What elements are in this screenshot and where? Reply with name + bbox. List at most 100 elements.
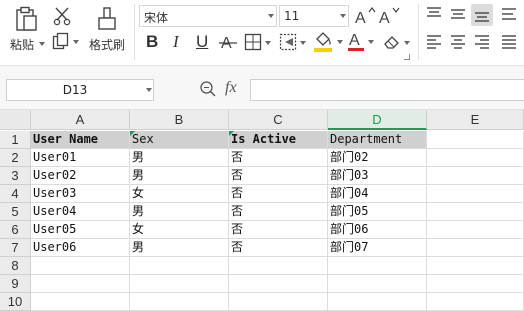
cell-E3[interactable] bbox=[427, 167, 524, 185]
cell-A9[interactable] bbox=[31, 275, 130, 293]
align-middle-icon[interactable] bbox=[450, 6, 466, 22]
row-header-1[interactable]: 1 bbox=[0, 131, 31, 149]
cell-E6[interactable] bbox=[427, 221, 524, 239]
align-left-icon[interactable] bbox=[426, 34, 442, 50]
cell-A5[interactable]: User04 bbox=[31, 203, 130, 221]
copy-button[interactable] bbox=[52, 32, 82, 52]
cell-B8[interactable] bbox=[130, 257, 229, 275]
font-dialog-launcher[interactable] bbox=[404, 54, 410, 60]
cell-B3[interactable]: 男 bbox=[130, 167, 229, 185]
name-box[interactable]: D13 bbox=[6, 79, 154, 101]
zoom-formula-icon[interactable] bbox=[199, 80, 217, 98]
underline-button[interactable]: U bbox=[196, 32, 208, 52]
cell-D4[interactable]: 部门04 bbox=[328, 185, 427, 203]
align-right-icon[interactable] bbox=[474, 34, 490, 50]
align-top-icon[interactable] bbox=[426, 6, 442, 22]
justify-icon[interactable] bbox=[501, 34, 517, 50]
cell-B2[interactable]: 男 bbox=[130, 149, 229, 167]
cell-D2[interactable]: 部门02 bbox=[328, 149, 427, 167]
row-header-2[interactable]: 2 bbox=[0, 149, 31, 167]
row-header-7[interactable]: 7 bbox=[0, 239, 31, 257]
cell-B7[interactable]: 男 bbox=[130, 239, 229, 257]
cell-A7[interactable]: User06 bbox=[31, 239, 130, 257]
cell-E5[interactable] bbox=[427, 203, 524, 221]
clear-format-button[interactable] bbox=[382, 32, 412, 52]
cell-D1[interactable]: Department bbox=[328, 131, 427, 149]
cell-D9[interactable] bbox=[328, 275, 427, 293]
wrap-text-icon[interactable] bbox=[501, 6, 517, 22]
cell-A3[interactable]: User02 bbox=[31, 167, 130, 185]
select-all-corner[interactable] bbox=[0, 110, 31, 130]
cell-C8[interactable] bbox=[229, 257, 328, 275]
align-bottom-icon[interactable] bbox=[474, 7, 490, 23]
italic-button[interactable]: I bbox=[173, 32, 179, 52]
column-header-b[interactable]: B bbox=[130, 110, 229, 130]
cell-E7[interactable] bbox=[427, 239, 524, 257]
column-header-a[interactable]: A bbox=[31, 110, 130, 130]
cell-style-button[interactable] bbox=[279, 32, 307, 52]
cell-E9[interactable] bbox=[427, 275, 524, 293]
cell-C1[interactable]: Is Active bbox=[229, 131, 328, 149]
cut-icon[interactable] bbox=[52, 6, 72, 26]
font-color-button[interactable]: A bbox=[347, 30, 377, 54]
fill-color-button[interactable] bbox=[313, 30, 345, 54]
cell-D8[interactable] bbox=[328, 257, 427, 275]
chevron-down-icon bbox=[368, 40, 374, 44]
cell-C7[interactable]: 否 bbox=[229, 239, 328, 257]
cell-B10[interactable] bbox=[130, 293, 229, 311]
cell-A1[interactable]: User Name bbox=[31, 131, 130, 149]
row-header-9[interactable]: 9 bbox=[0, 275, 31, 293]
cell-B5[interactable]: 男 bbox=[130, 203, 229, 221]
ribbon-divider bbox=[418, 4, 419, 60]
cell-style-icon bbox=[279, 33, 297, 51]
cell-E8[interactable] bbox=[427, 257, 524, 275]
cell-D3[interactable]: 部门03 bbox=[328, 167, 427, 185]
format-painter-button[interactable]: 格式刷 bbox=[86, 2, 128, 60]
cell-B6[interactable]: 女 bbox=[130, 221, 229, 239]
cell-D6[interactable]: 部门06 bbox=[328, 221, 427, 239]
cell-A6[interactable]: User05 bbox=[31, 221, 130, 239]
column-header-d[interactable]: D bbox=[328, 110, 427, 130]
cell-B9[interactable] bbox=[130, 275, 229, 293]
formula-input[interactable] bbox=[250, 79, 524, 101]
paste-button[interactable]: 粘贴 bbox=[6, 2, 46, 60]
cell-E4[interactable] bbox=[427, 185, 524, 203]
borders-button[interactable] bbox=[244, 32, 272, 52]
bold-button[interactable]: B bbox=[146, 32, 158, 52]
cell-E10[interactable] bbox=[427, 293, 524, 311]
format-painter-label: 格式刷 bbox=[89, 38, 126, 52]
cell-C2[interactable]: 否 bbox=[229, 149, 328, 167]
cell-A10[interactable] bbox=[31, 293, 130, 311]
cell-C3[interactable]: 否 bbox=[229, 167, 328, 185]
decrease-font-size-icon[interactable]: A bbox=[378, 5, 400, 27]
fx-button[interactable]: fx bbox=[225, 79, 237, 97]
cell-C10[interactable] bbox=[229, 293, 328, 311]
cell-C5[interactable]: 否 bbox=[229, 203, 328, 221]
cell-D7[interactable]: 部门07 bbox=[328, 239, 427, 257]
row-header-3[interactable]: 3 bbox=[0, 167, 31, 185]
cell-D5[interactable]: 部门05 bbox=[328, 203, 427, 221]
cell-A4[interactable]: User03 bbox=[31, 185, 130, 203]
cell-C9[interactable] bbox=[229, 275, 328, 293]
column-header-e[interactable]: E bbox=[427, 110, 524, 130]
cell-C6[interactable]: 否 bbox=[229, 221, 328, 239]
font-name-select[interactable]: 宋体 bbox=[139, 5, 277, 27]
strikethrough-icon[interactable]: A bbox=[219, 32, 237, 52]
row-header-4[interactable]: 4 bbox=[0, 185, 31, 203]
align-center-icon[interactable] bbox=[450, 34, 466, 50]
cell-D10[interactable] bbox=[328, 293, 427, 311]
column-header-c[interactable]: C bbox=[229, 110, 328, 130]
row-header-6[interactable]: 6 bbox=[0, 221, 31, 239]
cell-A8[interactable] bbox=[31, 257, 130, 275]
font-size-select[interactable]: 11 bbox=[279, 5, 349, 27]
cell-E2[interactable] bbox=[427, 149, 524, 167]
cell-B4[interactable]: 女 bbox=[130, 185, 229, 203]
row-header-8[interactable]: 8 bbox=[0, 257, 31, 275]
cell-B1[interactable]: Sex bbox=[130, 131, 229, 149]
increase-font-size-icon[interactable]: A bbox=[354, 5, 376, 27]
cell-C4[interactable]: 否 bbox=[229, 185, 328, 203]
row-header-5[interactable]: 5 bbox=[0, 203, 31, 221]
cell-E1[interactable] bbox=[427, 131, 524, 149]
cell-A2[interactable]: User01 bbox=[31, 149, 130, 167]
row-header-10[interactable]: 10 bbox=[0, 293, 31, 311]
